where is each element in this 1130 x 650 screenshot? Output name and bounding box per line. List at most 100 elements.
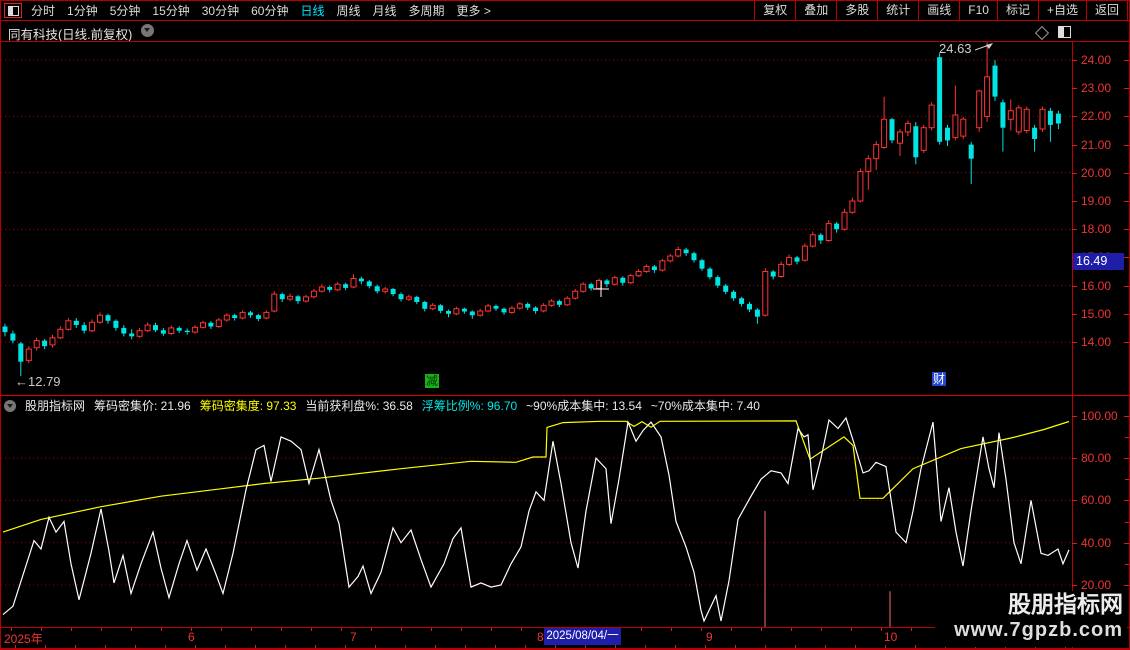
date-label: 10 — [884, 630, 898, 644]
y-axis-label: 14.00 — [1081, 335, 1112, 349]
date-tick — [311, 628, 312, 631]
date-label: 6 — [188, 630, 195, 644]
date-tick — [761, 628, 762, 631]
date-tick — [911, 628, 912, 631]
axis-tick — [1124, 543, 1129, 544]
tool-item-标记[interactable]: 标记 — [996, 1, 1038, 20]
date-tick — [671, 628, 672, 631]
tool-item-F10[interactable]: F10 — [959, 1, 997, 20]
y-axis-label: 15.00 — [1081, 307, 1112, 321]
indicator-readout: 筹码密集价: 21.96 — [94, 399, 191, 413]
tool-item-叠加[interactable]: 叠加 — [795, 1, 836, 20]
axis-tick — [1124, 116, 1129, 117]
axis-tick — [1125, 437, 1129, 438]
date-tick — [731, 628, 732, 631]
date-tick — [641, 628, 642, 631]
date-label-year: 2025年 — [4, 632, 43, 646]
date-tick — [401, 628, 402, 631]
tool-item-画线[interactable]: 画线 — [918, 1, 959, 20]
period-item-15分钟[interactable]: 15分钟 — [152, 2, 189, 19]
indicator-readout: 股朋指标网 — [25, 399, 86, 413]
axis-tick — [1072, 145, 1077, 146]
axis-tick — [1072, 173, 1077, 174]
axis-tick — [1125, 564, 1129, 565]
date-tick — [71, 628, 72, 631]
indicator-readout: ~70%成本集中: 7.40 — [650, 399, 760, 413]
axis-tick — [1072, 201, 1077, 202]
period-menu: 分时 1分钟 5分钟 15分钟 30分钟 60分钟 日线 周线 月线 多周期 更多 > — [31, 1, 491, 20]
tools-menu: 复权 叠加 多股 统计 画线 F10 标记 +自选 返回 — [754, 1, 1128, 20]
axis-tick — [1072, 342, 1077, 343]
y-axis-label: 22.00 — [1081, 109, 1112, 123]
date-tick — [881, 628, 882, 631]
tool-item-统计[interactable]: 统计 — [877, 1, 918, 20]
date-tick — [341, 628, 342, 631]
low-annotation: ←12.79 — [15, 374, 61, 389]
period-item-日线[interactable]: 日线 — [300, 2, 324, 19]
layout-split-icon[interactable] — [4, 3, 22, 18]
axis-tick — [1125, 479, 1129, 480]
axis-tick — [1072, 60, 1077, 61]
period-item-多周期[interactable]: 多周期 — [409, 2, 445, 19]
y-axis-label: 18.00 — [1081, 222, 1112, 236]
axis-tick — [1124, 585, 1129, 586]
date-tick — [431, 628, 432, 631]
indicator-readout: 筹码密集度: 97.33 — [199, 399, 297, 413]
period-item-更多 >[interactable]: 更多 > — [457, 2, 491, 19]
axis-tick — [1072, 286, 1077, 287]
tool-item-复权[interactable]: 复权 — [754, 1, 795, 20]
y-axis-label: 20.00 — [1081, 578, 1112, 592]
tool-item-多股[interactable]: 多股 — [836, 1, 877, 20]
event-badge-财[interactable]: 财 — [932, 372, 946, 386]
date-tick — [521, 628, 522, 631]
axis-tick — [1072, 500, 1077, 501]
period-item-5分钟[interactable]: 5分钟 — [110, 2, 141, 19]
diamond-icon[interactable] — [1034, 25, 1050, 41]
title-bar: 同有科技(日线.前复权) — [1, 21, 1129, 42]
date-label: 8 — [537, 630, 544, 644]
y-axis-label: 19.00 — [1081, 194, 1112, 208]
y-axis-label: 100.00 — [1081, 409, 1118, 423]
y-axis-line — [1072, 41, 1073, 649]
axis-tick — [1124, 500, 1129, 501]
period-item-分时[interactable]: 分时 — [31, 2, 55, 19]
tool-item-返回[interactable]: 返回 — [1085, 1, 1128, 20]
series-当前获利盘% — [2, 416, 1070, 623]
y-axis-label: 23.00 — [1081, 81, 1112, 95]
date-tick — [161, 628, 162, 631]
axis-tick — [1124, 286, 1129, 287]
crosshair-date-box: 2025/08/04/一 — [544, 628, 621, 645]
chevron-down-circle-icon[interactable] — [141, 24, 154, 37]
axis-tick — [1072, 229, 1077, 230]
period-item-60分钟[interactable]: 60分钟 — [251, 2, 288, 19]
tool-item-+自选[interactable]: +自选 — [1037, 1, 1086, 20]
axis-tick — [1124, 88, 1129, 89]
watermark: 股朋指标网 www.7gpzb.com — [935, 591, 1127, 647]
period-item-1分钟[interactable]: 1分钟 — [67, 2, 98, 19]
date-tick — [251, 628, 252, 631]
watermark-site-name: 股朋指标网 — [1008, 591, 1123, 617]
divider — [1, 648, 1129, 649]
event-badge-减[interactable]: 减 — [425, 374, 439, 388]
y-axis-label: 80.00 — [1081, 451, 1112, 465]
period-item-月线[interactable]: 月线 — [373, 2, 397, 19]
indicator-chart[interactable] — [1, 396, 1072, 627]
chevron-down-circle-icon[interactable] — [4, 399, 16, 412]
period-item-周线[interactable]: 周线 — [336, 2, 360, 19]
y-axis-label: 16.00 — [1081, 279, 1112, 293]
axis-tick — [1072, 416, 1077, 417]
candlestick-chart[interactable]: 24.63 ←12.79 — [1, 41, 1072, 391]
high-annotation: 24.63 — [939, 41, 972, 56]
axis-tick — [1124, 173, 1129, 174]
date-tick — [791, 628, 792, 631]
date-label: 9 — [706, 630, 713, 644]
axis-tick — [1072, 314, 1077, 315]
split-panel-icon[interactable] — [1058, 26, 1071, 38]
period-item-30分钟[interactable]: 30分钟 — [202, 2, 239, 19]
axis-tick — [1124, 60, 1129, 61]
indicator-header: 股朋指标网 筹码密集价: 21.96 筹码密集度: 97.33 当前获利盘%: 36.… — [4, 398, 760, 413]
axis-tick — [1125, 522, 1129, 523]
y-axis-label: 60.00 — [1081, 493, 1112, 507]
period-toolbar: 分时 1分钟 5分钟 15分钟 30分钟 60分钟 日线 周线 月线 多周期 更多 > 复权 叠加 多股… — [1, 1, 1129, 20]
axis-tick — [1124, 314, 1129, 315]
